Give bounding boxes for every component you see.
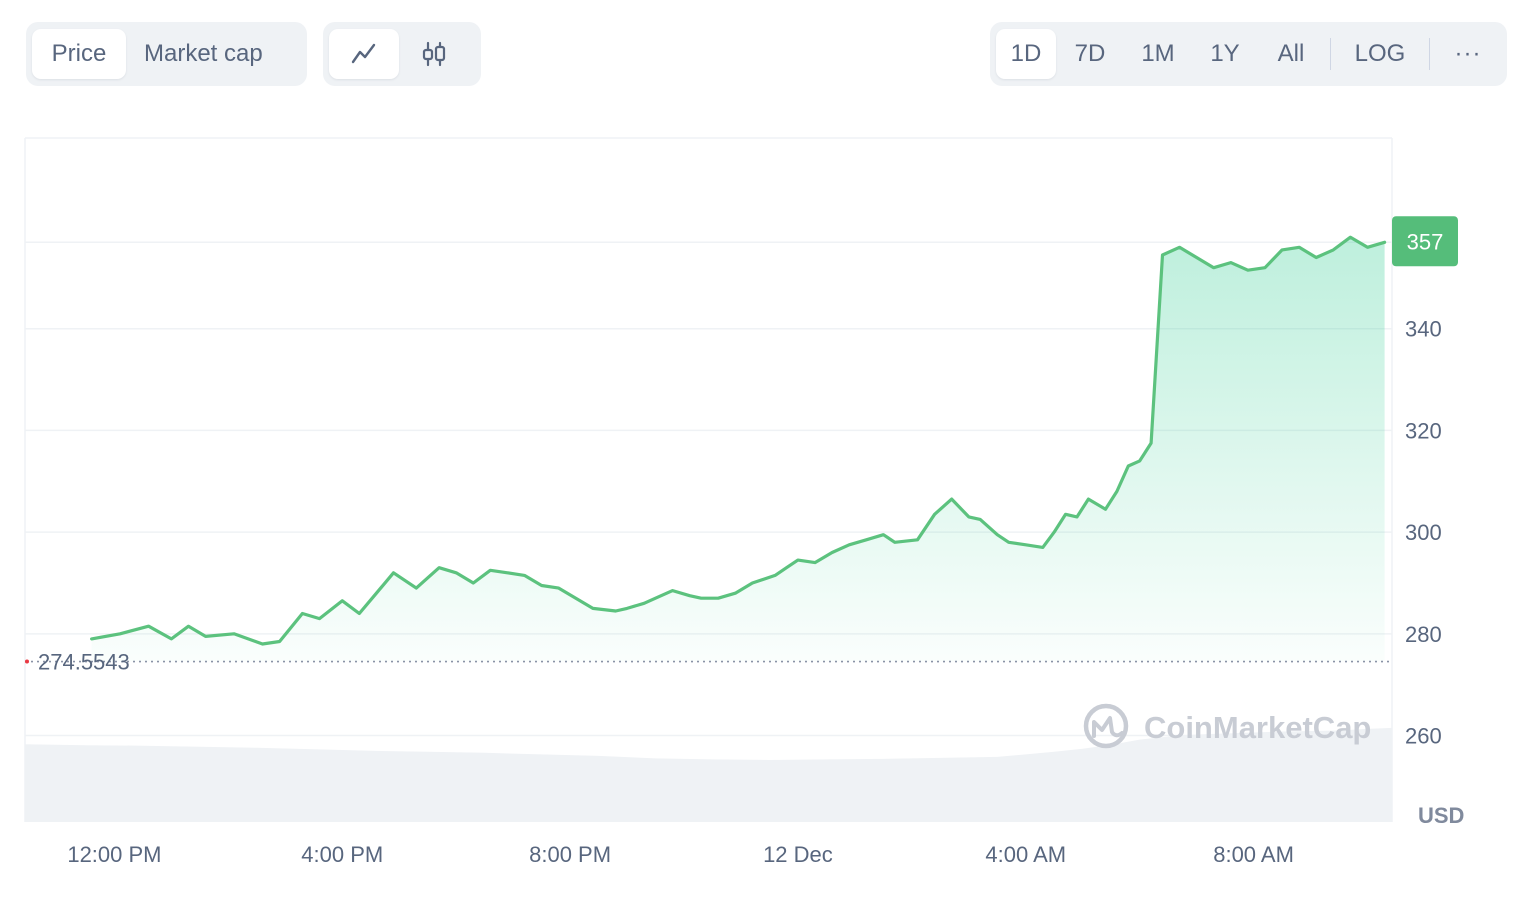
x-tick-label: 8:00 PM	[529, 842, 611, 867]
y-tick-label: 300	[1405, 520, 1442, 545]
coinmarketcap-logo-icon	[1086, 706, 1126, 746]
y-axis: 260 280 300 320 340	[1405, 317, 1442, 749]
x-tick-label: 12:00 PM	[67, 842, 161, 867]
watermark: CoinMarketCap	[1086, 706, 1371, 746]
price-area-fill	[92, 237, 1385, 661]
x-tick-label: 4:00 PM	[301, 842, 383, 867]
price-chart[interactable]: CoinMarketCap 260 280 300 320 340 12:00 PM 4:…	[0, 0, 1530, 916]
x-tick-label: 12 Dec	[763, 842, 833, 867]
y-tick-label: 280	[1405, 622, 1442, 647]
y-tick-label: 340	[1405, 317, 1442, 342]
price-area	[92, 237, 1385, 661]
x-axis: 12:00 PM 4:00 PM 8:00 PM 12 Dec 4:00 AM 8:00 …	[67, 842, 1294, 867]
y-tick-label: 260	[1405, 724, 1442, 749]
x-tick-label: 4:00 AM	[985, 842, 1066, 867]
currency-label: USD	[1418, 803, 1464, 828]
price-chart-svg: CoinMarketCap 260 280 300 320 340 12:00 PM 4:…	[0, 0, 1530, 916]
current-price-label: 357	[1407, 229, 1444, 254]
watermark-text: CoinMarketCap	[1144, 710, 1371, 745]
x-tick-label: 8:00 AM	[1213, 842, 1294, 867]
open-price-marker	[25, 660, 29, 664]
y-tick-label: 320	[1405, 418, 1442, 443]
open-price-label: 274.5543	[38, 650, 130, 675]
